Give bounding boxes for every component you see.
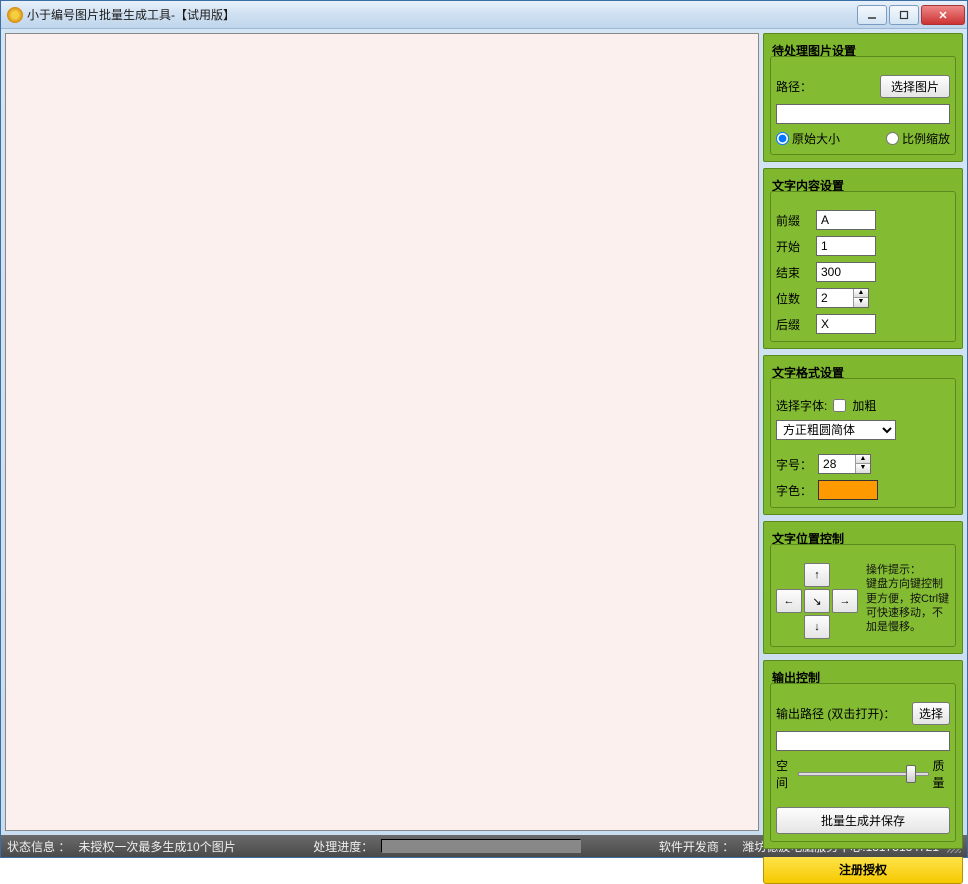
prefix-input[interactable]	[816, 210, 876, 230]
font-select-label: 选择字体:	[776, 397, 827, 414]
digits-spinner[interactable]: ▲ ▼	[816, 288, 869, 308]
radio-scale-label: 比例缩放	[902, 130, 950, 147]
start-input[interactable]	[816, 236, 876, 256]
end-label: 结束	[776, 264, 810, 281]
body-area: 待处理图片设置 路径： 选择图片 原始大小	[1, 29, 967, 835]
move-up-button[interactable]: ↑	[804, 563, 830, 587]
app-icon	[7, 7, 23, 23]
group-text-content: 文字内容设置 前缀 开始 结束 位数	[763, 168, 963, 349]
radio-original-label: 原始大小	[792, 130, 840, 147]
progress-bar	[381, 839, 581, 853]
group-position: 文字位置控制 ↑ ← ↘ → ↓ 操作提示： 键盘方向键控制更方便，按Ctrl键…	[763, 521, 963, 654]
arrow-up-icon: ↑	[814, 569, 820, 581]
path-label: 路径：	[776, 78, 812, 95]
window-buttons	[857, 5, 965, 25]
group-image-settings: 待处理图片设置 路径： 选择图片 原始大小	[763, 33, 963, 162]
move-right-button[interactable]: →	[832, 589, 858, 613]
slider-right-label: 质量	[933, 757, 951, 791]
progress-label: 处理进度：	[313, 838, 373, 855]
move-center-button[interactable]: ↘	[804, 589, 830, 613]
digits-label: 位数	[776, 290, 810, 307]
titlebar: 小于编号图片批量生成工具-【试用版】	[1, 1, 967, 29]
start-label: 开始	[776, 238, 810, 255]
image-path-input[interactable]	[776, 104, 950, 124]
prefix-label: 前缀	[776, 212, 810, 229]
arrow-down-icon: ↓	[814, 621, 820, 633]
select-image-button[interactable]: 选择图片	[880, 75, 950, 98]
suffix-label: 后缀	[776, 316, 810, 333]
maximize-icon	[899, 10, 909, 20]
maximize-button[interactable]	[889, 5, 919, 25]
arrow-diag-icon: ↘	[812, 595, 821, 608]
fontsize-up-button[interactable]: ▲	[856, 455, 870, 464]
status-label: 状态信息 ：	[7, 838, 70, 855]
output-path-input[interactable]	[776, 731, 950, 751]
group-title: 文字格式设置	[772, 364, 954, 381]
close-icon	[938, 10, 948, 20]
direction-pad: ↑ ← ↘ → ↓	[776, 563, 858, 639]
minimize-button[interactable]	[857, 5, 887, 25]
radio-scale[interactable]: 比例缩放	[886, 130, 950, 147]
preview-canvas[interactable]	[5, 33, 759, 831]
close-button[interactable]	[921, 5, 965, 25]
vendor-label: 软件开发商 ：	[659, 838, 734, 855]
status-text: 未授权一次最多生成10个图片	[78, 838, 235, 855]
right-panel: 待处理图片设置 路径： 选择图片 原始大小	[763, 33, 963, 831]
digits-down-button[interactable]: ▼	[854, 298, 868, 307]
arrow-right-icon: →	[840, 595, 851, 607]
group-title: 待处理图片设置	[772, 42, 954, 59]
font-select[interactable]: 方正粗圆简体	[776, 420, 896, 440]
arrow-left-icon: ←	[784, 595, 795, 607]
slider-left-label: 空间	[776, 757, 794, 791]
digits-up-button[interactable]: ▲	[854, 289, 868, 298]
radio-scale-input[interactable]	[886, 132, 899, 145]
group-title: 文字内容设置	[772, 177, 954, 194]
quality-slider[interactable]	[798, 772, 929, 776]
position-hint: 操作提示： 键盘方向键控制更方便，按Ctrl键可快速移动，不加是慢移。	[866, 563, 950, 634]
digits-input[interactable]	[817, 289, 853, 307]
bold-checkbox[interactable]	[833, 399, 846, 412]
fontsize-spinner[interactable]: ▲ ▼	[818, 454, 871, 474]
app-window: 小于编号图片批量生成工具-【试用版】 待处理图片设置 路径：	[0, 0, 968, 858]
fontsize-down-button[interactable]: ▼	[856, 464, 870, 473]
group-output: 输出控制 输出路径 (双击打开)： 选择 空间 质量 批量生	[763, 660, 963, 849]
group-text-format: 文字格式设置 选择字体: 加粗 方正粗圆简体 字号：	[763, 355, 963, 515]
radio-original-size[interactable]: 原始大小	[776, 130, 840, 147]
move-down-button[interactable]: ↓	[804, 615, 830, 639]
suffix-input[interactable]	[816, 314, 876, 334]
color-label: 字色：	[776, 482, 812, 499]
group-title: 文字位置控制	[772, 530, 954, 547]
window-title: 小于编号图片批量生成工具-【试用版】	[27, 6, 857, 23]
minimize-icon	[867, 10, 877, 20]
group-title: 输出控制	[772, 669, 954, 686]
output-path-label: 输出路径 (双击打开)：	[776, 705, 906, 722]
fontsize-input[interactable]	[819, 455, 855, 473]
register-button[interactable]: 注册授权	[763, 855, 963, 884]
generate-button[interactable]: 批量生成并保存	[776, 807, 950, 834]
color-swatch[interactable]	[818, 480, 878, 500]
end-input[interactable]	[816, 262, 876, 282]
radio-original-input[interactable]	[776, 132, 789, 145]
move-left-button[interactable]: ←	[776, 589, 802, 613]
bold-label: 加粗	[852, 397, 876, 414]
select-output-button[interactable]: 选择	[912, 702, 950, 725]
size-label: 字号：	[776, 456, 812, 473]
